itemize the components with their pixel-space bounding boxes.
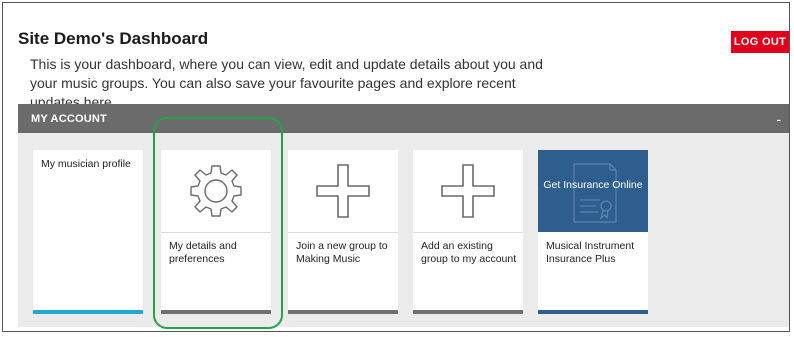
logout-button[interactable]: LOG OUT: [731, 31, 789, 53]
section-title: MY ACCOUNT: [31, 113, 107, 125]
plus-icon: [288, 150, 398, 232]
tile-divider: [413, 232, 523, 233]
tile-divider: [161, 232, 271, 233]
tile-musician-profile[interactable]: My musician profile: [33, 150, 143, 314]
tile-label: My details and preferences: [169, 240, 237, 265]
page-title: Site Demo's Dashboard: [18, 29, 209, 48]
tile-label: Add an existing group to my account: [421, 240, 517, 265]
my-account-section-header[interactable]: MY ACCOUNT -: [18, 104, 789, 133]
dashboard-frame: Site Demo's Dashboard This is your dashb…: [2, 2, 790, 332]
insurance-promo: Get Insurance Online: [538, 150, 648, 232]
tile-details-preferences[interactable]: My details and preferences: [161, 150, 271, 314]
tile-accent-bar: [538, 310, 648, 314]
tile-accent-bar: [288, 310, 398, 314]
tile-join-group[interactable]: Join a new group to Making Music: [288, 150, 398, 314]
gear-icon: [161, 150, 271, 232]
tile-accent-bar: [413, 310, 523, 314]
tile-label: Musical Instrument Insurance Plus: [546, 240, 635, 265]
plus-icon: [413, 150, 523, 232]
my-account-section-body: My musician profile My details and prefe…: [18, 133, 789, 327]
tile-add-existing-group[interactable]: Add an existing group to my account: [413, 150, 523, 314]
tile-accent-bar: [161, 310, 271, 314]
insurance-promo-text: Get Insurance Online: [543, 179, 643, 191]
tile-insurance[interactable]: Get Insurance Online Musical Instrument …: [538, 150, 648, 314]
certificate-icon: [573, 163, 617, 223]
tile-divider: [288, 232, 398, 233]
tile-accent-bar: [33, 310, 143, 314]
collapse-toggle[interactable]: -: [776, 111, 781, 127]
tile-label: My musician profile: [41, 158, 131, 170]
tile-label: Join a new group to Making Music: [296, 240, 388, 265]
